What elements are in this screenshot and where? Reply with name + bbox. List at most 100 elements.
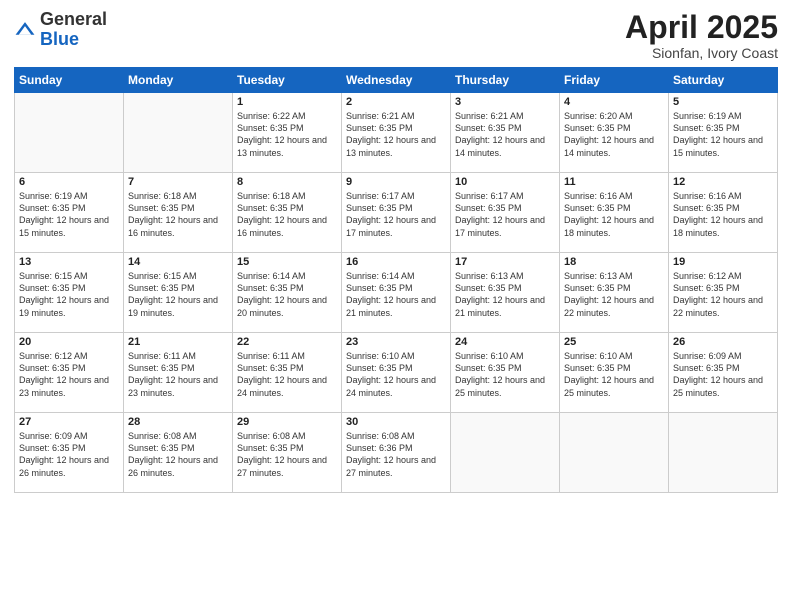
calendar-cell: 1Sunrise: 6:22 AMSunset: 6:35 PMDaylight… <box>233 93 342 173</box>
cell-info: Sunrise: 6:09 AMSunset: 6:35 PMDaylight:… <box>19 430 119 479</box>
day-number: 3 <box>455 96 555 108</box>
day-number: 16 <box>346 256 446 268</box>
day-number: 27 <box>19 416 119 428</box>
week-row-1: 1Sunrise: 6:22 AMSunset: 6:35 PMDaylight… <box>15 93 778 173</box>
calendar-cell: 2 Sunrise: 6:21 AMSunset: 6:35 PMDaylight… <box>342 93 451 173</box>
weekday-header-friday: Friday <box>560 68 669 93</box>
day-number: 20 <box>19 336 119 348</box>
day-number: 19 <box>673 256 773 268</box>
day-number: 5 <box>673 96 773 108</box>
day-number: 13 <box>19 256 119 268</box>
day-number: 12 <box>673 176 773 188</box>
logo-icon <box>14 19 36 41</box>
cell-info: Sunrise: 6:20 AMSunset: 6:35 PMDaylight:… <box>564 110 664 159</box>
cell-info: Sunrise: 6:13 AMSunset: 6:35 PMDaylight:… <box>455 270 555 319</box>
cell-info: Sunrise: 6:14 AMSunset: 6:35 PMDaylight:… <box>237 270 337 319</box>
calendar-cell: 27 Sunrise: 6:09 AMSunset: 6:35 PMDayligh… <box>15 413 124 493</box>
calendar-cell: 25 Sunrise: 6:10 AMSunset: 6:35 PMDayligh… <box>560 333 669 413</box>
calendar-cell: 8Sunrise: 6:18 AMSunset: 6:35 PMDaylight… <box>233 173 342 253</box>
logo: General Blue <box>14 10 107 50</box>
calendar-cell <box>560 413 669 493</box>
calendar-cell: 4 Sunrise: 6:20 AMSunset: 6:35 PMDaylight… <box>560 93 669 173</box>
day-number: 24 <box>455 336 555 348</box>
day-number: 4 <box>564 96 664 108</box>
calendar-page: General Blue April 2025 Sionfan, Ivory C… <box>0 0 792 612</box>
calendar-cell: 14 Sunrise: 6:15 AMSunset: 6:35 PMDayligh… <box>124 253 233 333</box>
weekday-header-sunday: Sunday <box>15 68 124 93</box>
calendar-cell: 5 Sunrise: 6:19 AMSunset: 6:35 PMDaylight… <box>669 93 778 173</box>
week-row-3: 13 Sunrise: 6:15 AMSunset: 6:35 PMDayligh… <box>15 253 778 333</box>
week-row-2: 6Sunrise: 6:19 AMSunset: 6:35 PMDaylight… <box>15 173 778 253</box>
calendar-cell: 18 Sunrise: 6:13 AMSunset: 6:35 PMDayligh… <box>560 253 669 333</box>
day-number: 25 <box>564 336 664 348</box>
month-title: April 2025 <box>625 10 778 45</box>
calendar-cell: 7Sunrise: 6:18 AMSunset: 6:35 PMDaylight… <box>124 173 233 253</box>
cell-info: Sunrise: 6:08 AMSunset: 6:35 PMDaylight:… <box>128 430 228 479</box>
week-row-4: 20 Sunrise: 6:12 AMSunset: 6:35 PMDayligh… <box>15 333 778 413</box>
cell-info: Sunrise: 6:10 AMSunset: 6:35 PMDaylight:… <box>455 350 555 399</box>
day-number: 15 <box>237 256 337 268</box>
cell-info: Sunrise: 6:21 AMSunset: 6:35 PMDaylight:… <box>455 110 555 159</box>
cell-info: Sunrise: 6:10 AMSunset: 6:35 PMDaylight:… <box>564 350 664 399</box>
day-number: 7 <box>128 176 228 188</box>
cell-info: Sunrise: 6:22 AMSunset: 6:35 PMDaylight:… <box>237 110 337 159</box>
day-number: 2 <box>346 96 446 108</box>
calendar-cell: 19 Sunrise: 6:12 AMSunset: 6:35 PMDayligh… <box>669 253 778 333</box>
calendar-cell: 23 Sunrise: 6:10 AMSunset: 6:35 PMDayligh… <box>342 333 451 413</box>
calendar-cell <box>124 93 233 173</box>
cell-info: Sunrise: 6:13 AMSunset: 6:35 PMDaylight:… <box>564 270 664 319</box>
calendar-cell: 29 Sunrise: 6:08 AMSunset: 6:35 PMDayligh… <box>233 413 342 493</box>
calendar-cell: 28 Sunrise: 6:08 AMSunset: 6:35 PMDayligh… <box>124 413 233 493</box>
weekday-header-monday: Monday <box>124 68 233 93</box>
day-number: 10 <box>455 176 555 188</box>
cell-info: Sunrise: 6:11 AMSunset: 6:35 PMDaylight:… <box>237 350 337 399</box>
day-number: 17 <box>455 256 555 268</box>
calendar-cell: 21Sunrise: 6:11 AMSunset: 6:35 PMDayligh… <box>124 333 233 413</box>
calendar-cell <box>451 413 560 493</box>
cell-info: Sunrise: 6:09 AMSunset: 6:35 PMDaylight:… <box>673 350 773 399</box>
cell-info: Sunrise: 6:15 AMSunset: 6:35 PMDaylight:… <box>128 270 228 319</box>
cell-info: Sunrise: 6:21 AMSunset: 6:35 PMDaylight:… <box>346 110 446 159</box>
calendar-cell <box>669 413 778 493</box>
calendar-cell: 17 Sunrise: 6:13 AMSunset: 6:35 PMDayligh… <box>451 253 560 333</box>
day-number: 11 <box>564 176 664 188</box>
calendar-cell: 22Sunrise: 6:11 AMSunset: 6:35 PMDayligh… <box>233 333 342 413</box>
logo-general-text: General <box>40 9 107 29</box>
weekday-header-wednesday: Wednesday <box>342 68 451 93</box>
calendar-cell: 15 Sunrise: 6:14 AMSunset: 6:35 PMDayligh… <box>233 253 342 333</box>
calendar-cell: 13 Sunrise: 6:15 AMSunset: 6:35 PMDayligh… <box>15 253 124 333</box>
calendar-cell: 24 Sunrise: 6:10 AMSunset: 6:35 PMDayligh… <box>451 333 560 413</box>
cell-info: Sunrise: 6:08 AMSunset: 6:36 PMDaylight:… <box>346 430 446 479</box>
weekday-header-row: SundayMondayTuesdayWednesdayThursdayFrid… <box>15 68 778 93</box>
logo-blue-text: Blue <box>40 29 79 49</box>
title-block: April 2025 Sionfan, Ivory Coast <box>625 10 778 61</box>
cell-info: Sunrise: 6:12 AMSunset: 6:35 PMDaylight:… <box>19 350 119 399</box>
day-number: 14 <box>128 256 228 268</box>
cell-info: Sunrise: 6:12 AMSunset: 6:35 PMDaylight:… <box>673 270 773 319</box>
cell-info: Sunrise: 6:16 AMSunset: 6:35 PMDaylight:… <box>564 190 664 239</box>
calendar-cell: 10Sunrise: 6:17 AMSunset: 6:35 PMDayligh… <box>451 173 560 253</box>
calendar-table: SundayMondayTuesdayWednesdayThursdayFrid… <box>14 67 778 493</box>
week-row-5: 27 Sunrise: 6:09 AMSunset: 6:35 PMDayligh… <box>15 413 778 493</box>
day-number: 23 <box>346 336 446 348</box>
day-number: 29 <box>237 416 337 428</box>
day-number: 9 <box>346 176 446 188</box>
day-number: 18 <box>564 256 664 268</box>
calendar-cell: 12 Sunrise: 6:16 AMSunset: 6:35 PMDayligh… <box>669 173 778 253</box>
cell-info: Sunrise: 6:19 AMSunset: 6:35 PMDaylight:… <box>673 110 773 159</box>
cell-info: Sunrise: 6:19 AMSunset: 6:35 PMDaylight:… <box>19 190 119 239</box>
cell-info: Sunrise: 6:15 AMSunset: 6:35 PMDaylight:… <box>19 270 119 319</box>
calendar-cell <box>15 93 124 173</box>
day-number: 8 <box>237 176 337 188</box>
cell-info: Sunrise: 6:16 AMSunset: 6:35 PMDaylight:… <box>673 190 773 239</box>
header: General Blue April 2025 Sionfan, Ivory C… <box>14 10 778 61</box>
day-number: 28 <box>128 416 228 428</box>
cell-info: Sunrise: 6:10 AMSunset: 6:35 PMDaylight:… <box>346 350 446 399</box>
cell-info: Sunrise: 6:08 AMSunset: 6:35 PMDaylight:… <box>237 430 337 479</box>
location-subtitle: Sionfan, Ivory Coast <box>625 45 778 61</box>
day-number: 30 <box>346 416 446 428</box>
calendar-body: 1Sunrise: 6:22 AMSunset: 6:35 PMDaylight… <box>15 93 778 493</box>
cell-info: Sunrise: 6:11 AMSunset: 6:35 PMDaylight:… <box>128 350 228 399</box>
calendar-cell: 9Sunrise: 6:17 AMSunset: 6:35 PMDaylight… <box>342 173 451 253</box>
calendar-cell: 6Sunrise: 6:19 AMSunset: 6:35 PMDaylight… <box>15 173 124 253</box>
